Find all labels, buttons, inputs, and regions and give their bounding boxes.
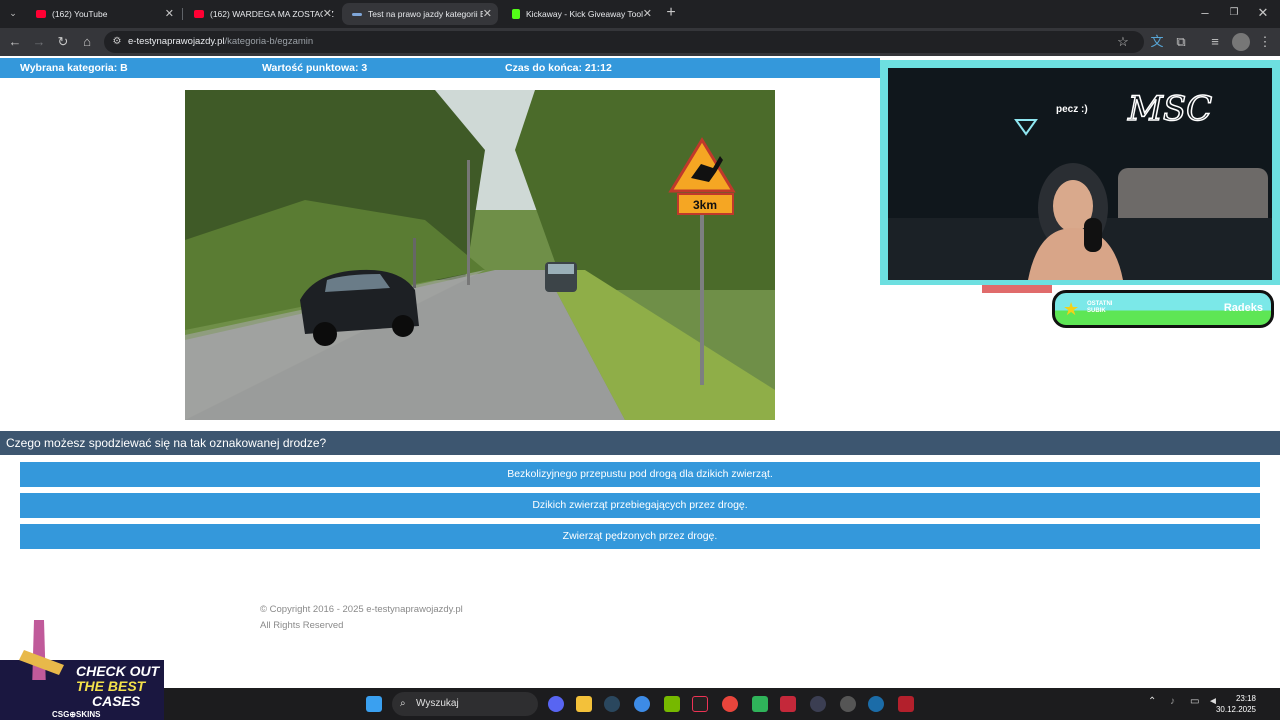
microphone-icon[interactable]: ♪ <box>1170 696 1186 712</box>
exam-info-bar: Wybrana kategoria: B Wartość punktowa: 3… <box>0 58 880 78</box>
sign-distance-text: 3km <box>693 198 717 212</box>
translate-extension-icon[interactable]: 文 <box>1148 33 1166 51</box>
point-value: Wartość punktowa: 3 <box>262 62 368 74</box>
shield-icon[interactable] <box>898 696 914 712</box>
voicemeeter-icon[interactable] <box>780 696 796 712</box>
discord-icon[interactable] <box>548 696 564 712</box>
youtube-icon <box>194 10 204 18</box>
app-icon[interactable] <box>692 696 708 712</box>
app-icon[interactable] <box>634 696 650 712</box>
ad-line-2: THE BEST <box>76 678 146 694</box>
copyright-text: © Copyright 2016 - 2025 e-testynaprawoja… <box>260 604 463 615</box>
address-bar[interactable]: ⚙ e-testynaprawojazdy.pl/kategoria-b/egz… <box>104 31 1144 53</box>
windows-taskbar: ⌕ Wyszukaj ⌃ ♪ ▭ ◄ 23:18 30.12.2025 <box>0 688 1280 720</box>
webcam-feed: pecz :) MSC <box>888 68 1272 280</box>
nvidia-icon[interactable] <box>664 696 680 712</box>
back-icon[interactable]: ← <box>6 33 24 51</box>
steam-icon[interactable] <box>604 696 620 712</box>
media-controls-icon[interactable]: ≡ <box>1206 33 1224 51</box>
tab-label: (162) WARDEGA MA ZOSTAĆ Z <box>210 9 334 19</box>
goal-progress-bar <box>982 285 1052 293</box>
restore-icon[interactable]: ❐ <box>1225 4 1243 22</box>
taskbar-clock[interactable]: 23:18 30.12.2025 <box>1216 693 1256 715</box>
answer-option-3[interactable]: Zwierząt pędzonych przez drogę. <box>20 524 1260 549</box>
tab-strip: ⌄ (162) YouTube ✕ (162) WARDEGA MA ZOSTA… <box>0 0 1280 28</box>
question-text: Czego możesz spodziewać się na tak oznak… <box>0 431 1280 455</box>
close-tab-icon[interactable]: ✕ <box>322 7 332 20</box>
new-tab-icon[interactable]: + <box>662 4 680 22</box>
taskbar-search[interactable]: ⌕ Wyszukaj <box>392 692 538 716</box>
answer-option-1[interactable]: Bezkolizyjnego przepustu pod drogą dla d… <box>20 462 1260 487</box>
extensions-icon[interactable]: ⧉ <box>1172 33 1190 51</box>
time-left: Czas do końca: 21:12 <box>505 62 612 74</box>
question-photo: 3km <box>185 90 775 420</box>
browser-menu-icon[interactable]: ⋮ <box>1256 33 1274 51</box>
search-icon: ⌕ <box>400 698 406 709</box>
clock-time: 23:18 <box>1235 694 1256 703</box>
forward-icon[interactable]: → <box>30 33 48 51</box>
tab-label: Kickaway - Kick Giveaway Tool <box>526 9 643 19</box>
clock-date: 30.12.2025 <box>1215 705 1256 714</box>
url-text: e-testynaprawojazdy.pl/kategoria-b/egzam… <box>128 36 314 47</box>
tab-separator <box>182 8 183 20</box>
last-sub-label: OSTATNI SUBIK <box>1087 301 1113 314</box>
site-info-icon[interactable]: ⚙ <box>108 33 126 51</box>
close-tab-icon[interactable]: ✕ <box>482 7 492 20</box>
last-sub-name: Radeks <box>1223 302 1263 314</box>
kick-icon <box>512 9 520 19</box>
chrome-icon[interactable] <box>722 696 738 712</box>
home-icon[interactable]: ⌂ <box>78 33 96 51</box>
app-icon[interactable] <box>840 696 856 712</box>
tab-label: Test na prawo jazdy kategorii B <box>368 9 486 19</box>
close-tab-icon[interactable]: ✕ <box>165 7 174 20</box>
steam-icon[interactable] <box>868 696 884 712</box>
tab-search-chevron-icon[interactable]: ⌄ <box>4 4 22 22</box>
stream-logo-text: MSC <box>1127 89 1212 129</box>
stream-chat-text: pecz :) <box>1056 104 1088 115</box>
network-icon[interactable]: ▭ <box>1190 696 1206 712</box>
site-favicon-icon <box>352 12 362 16</box>
tab-wardega[interactable]: (162) WARDEGA MA ZOSTAĆ Z ✕ <box>184 3 338 25</box>
tab-driving-test[interactable]: Test na prawo jazdy kategorii B ✕ <box>342 3 498 25</box>
tray-chevron-icon[interactable]: ⌃ <box>1148 696 1164 712</box>
youtube-icon <box>36 10 46 18</box>
webcam-overlay: pecz :) MSC <box>880 60 1280 285</box>
tab-label: (162) YouTube <box>52 9 108 19</box>
tab-kickaway[interactable]: Kickaway - Kick Giveaway Tool ✕ <box>502 3 658 25</box>
windows-start-icon[interactable] <box>366 696 382 712</box>
browser-toolbar: ← → ↻ ⌂ ⚙ e-testynaprawojazdy.pl/kategor… <box>0 28 1280 56</box>
last-subscriber-badge: ★ OSTATNI SUBIK Radeks <box>1052 290 1274 328</box>
ad-brand: CSG⊕SKINS <box>52 710 101 719</box>
ad-line-1: CHECK OUT <box>76 663 160 679</box>
profile-avatar-icon[interactable] <box>1232 33 1250 51</box>
bookmark-star-icon[interactable]: ☆ <box>1114 33 1132 51</box>
ad-line-3: CASES <box>92 693 141 709</box>
answer-option-2[interactable]: Dzikich zwierząt przebiegających przez d… <box>20 493 1260 518</box>
search-placeholder: Wyszukaj <box>416 698 459 709</box>
file-explorer-icon[interactable] <box>576 696 592 712</box>
close-window-icon[interactable]: ✕ <box>1254 4 1272 22</box>
minimize-icon[interactable]: – <box>1196 4 1214 22</box>
chart-app-icon[interactable] <box>752 696 768 712</box>
star-icon: ★ <box>1063 299 1080 319</box>
selected-category: Wybrana kategoria: B <box>20 62 128 74</box>
reload-icon[interactable]: ↻ <box>54 33 72 51</box>
close-tab-icon[interactable]: ✕ <box>643 7 652 20</box>
obs-icon[interactable] <box>810 696 826 712</box>
knife-icon <box>19 620 64 680</box>
rights-text: All Rights Reserved <box>260 620 344 631</box>
csgoskins-ad[interactable]: CHECK OUT THE BEST CASES CSG⊕SKINS <box>0 620 164 720</box>
tab-youtube[interactable]: (162) YouTube ✕ <box>26 3 180 25</box>
